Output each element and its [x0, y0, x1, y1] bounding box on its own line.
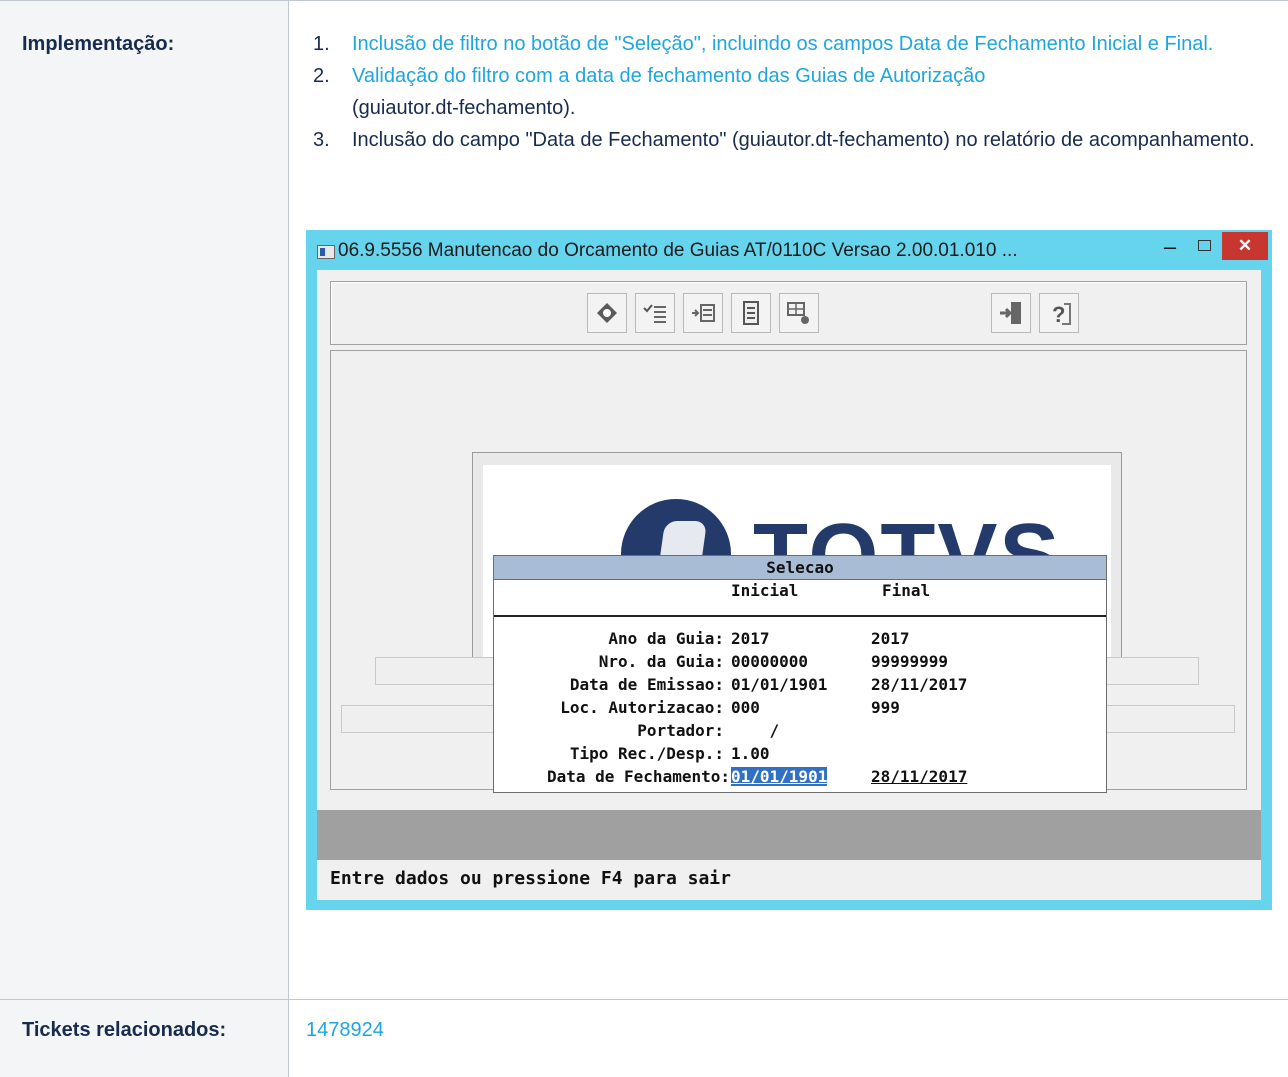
fechamento-final-input[interactable]: 28/11/2017 [871, 767, 967, 786]
status-bar: Entre dados ou pressione F4 para sair [317, 860, 1261, 900]
svg-text:?: ? [1052, 302, 1065, 326]
field-row: Loc. Autorizacao: 000 999 [494, 698, 1106, 721]
column-final: Final [882, 581, 931, 600]
app-icon [317, 245, 335, 259]
minimize-button[interactable]: – [1156, 234, 1184, 260]
field-inicial-input[interactable]: 2017 [731, 629, 770, 648]
field-label: Nro. da Guia: [598, 652, 724, 671]
field-row: Portador: / [494, 721, 1106, 744]
ticket-link[interactable]: 1478924 [306, 1019, 384, 1042]
exit-door-icon[interactable] [991, 293, 1031, 333]
window-client-area: ? TOTVS Entre dados ou pressione F4 para… [317, 270, 1261, 900]
field-row: Nro. da Guia: 00000000 99999999 [494, 652, 1106, 675]
window-title: 06.9.5556 Manutencao do Orcamento de Gui… [338, 240, 1018, 261]
field-final-input[interactable]: 28/11/2017 [871, 675, 967, 694]
field-row: Ano da Guia: 2017 2017 [494, 629, 1106, 652]
field-final-input[interactable]: 2017 [871, 629, 910, 648]
selecao-dialog: Selecao Inicial Final Ano da Guia: 2017 … [493, 555, 1107, 793]
field-label: Loc. Autorizacao: [560, 698, 724, 717]
list-number: 1. [313, 33, 330, 55]
implementacao-header: Implementação: [22, 33, 175, 55]
list-number: 3. [313, 129, 330, 151]
field-inicial-input[interactable]: 01/01/1901 [731, 675, 827, 694]
toolbar: ? [330, 281, 1247, 345]
implementation-list: 1. Inclusão de filtro no botão de "Seleç… [313, 28, 1263, 156]
list-item-text: (guiautor.dt-fechamento). [352, 97, 576, 119]
field-row: Data de Fechamento: 01/01/1901 28/11/201… [494, 767, 1106, 790]
help-icon[interactable]: ? [1039, 293, 1079, 333]
field-row: Data de Emissao: 01/01/1901 28/11/2017 [494, 675, 1106, 698]
tickets-header: Tickets relacionados: [22, 1019, 227, 1041]
list-item: 3. Inclusão do campo "Data de Fechamento… [313, 124, 1263, 156]
field-label: Ano da Guia: [608, 629, 724, 648]
field-final-input[interactable]: 999 [871, 698, 900, 717]
field-label: Tipo Rec./Desp.: [569, 744, 724, 763]
list-item-text: Inclusão do campo "Data de Fechamento" (… [352, 129, 1255, 151]
maximize-button[interactable] [1190, 234, 1218, 260]
list-item: 2. Validação do filtro com a data de fec… [313, 60, 1263, 124]
field-final-input[interactable]: 99999999 [871, 652, 948, 671]
field-label: Data de Emissao: [569, 675, 724, 694]
list-number: 2. [313, 65, 330, 87]
implementacao-header-cell: Implementação: [0, 1, 289, 999]
separator-band [317, 810, 1261, 860]
field-inicial-input[interactable]: 000 [731, 698, 760, 717]
fechamento-inicial-input[interactable]: 01/01/1901 [731, 767, 828, 786]
field-inicial-input[interactable]: 00000000 [731, 652, 808, 671]
document-icon[interactable] [731, 293, 771, 333]
dialog-title: Selecao [494, 556, 1106, 580]
field-inicial-input[interactable]: 1.00 [731, 744, 770, 763]
tag-icon[interactable] [587, 293, 627, 333]
list-arrow-icon[interactable] [683, 293, 723, 333]
list-item: 1. Inclusão de filtro no botão de "Seleç… [313, 28, 1263, 60]
close-button[interactable]: ✕ [1222, 232, 1268, 260]
field-row: Tipo Rec./Desp.: 1.00 [494, 744, 1106, 767]
status-text: Entre dados ou pressione F4 para sair [330, 868, 731, 889]
dialog-separator [494, 615, 1106, 617]
column-inicial: Inicial [731, 581, 799, 600]
field-label: Portador: [637, 721, 724, 740]
field-label: Data de Fechamento: [546, 767, 730, 786]
app-window-screenshot: 06.9.5556 Manutencao do Orcamento de Gui… [306, 230, 1272, 910]
list-item-link[interactable]: Validação do filtro com a data de fecham… [352, 65, 985, 87]
grid-settings-icon[interactable] [779, 293, 819, 333]
list-item-link[interactable]: Inclusão de filtro no botão de "Seleção"… [352, 33, 1213, 55]
field-inicial-input[interactable]: / [731, 721, 780, 740]
checklist-icon[interactable] [635, 293, 675, 333]
